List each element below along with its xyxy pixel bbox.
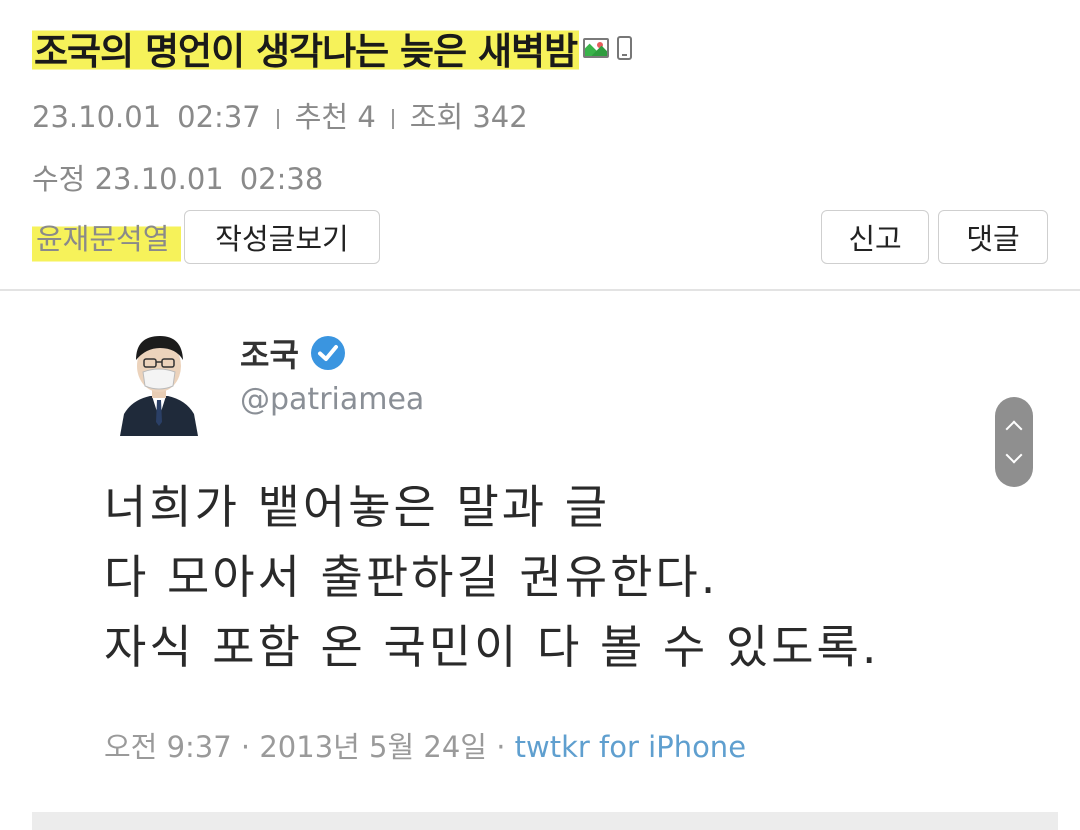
post-header: 조국의 명언이 생각나는 늦은 새벽밤 bbox=[32, 20, 633, 76]
tweet-footer: 오전 9:37 · 2013년 5월 24일 · twtkr for iPhon… bbox=[104, 724, 746, 766]
tweet-handle: @patriamea bbox=[240, 382, 425, 417]
tweet-body: 너희가 뱉어놓은 말과 글 다 모아서 출판하길 권유한다. 자식 포함 온 국… bbox=[104, 472, 879, 682]
avatar bbox=[110, 326, 208, 436]
views-label: 조회 bbox=[409, 100, 464, 134]
post-meta: 23.10.01 02:37 추천 4 조회 342 bbox=[32, 94, 528, 136]
tweet-source: twtkr for iPhone bbox=[514, 730, 747, 764]
divider bbox=[391, 109, 394, 129]
edited-meta: 수정 23.10.01 02:38 bbox=[32, 156, 323, 198]
page-scroll-control[interactable] bbox=[995, 397, 1033, 487]
tweet-image: 조국 @patriamea 너희가 뱉어놓은 말과 글 다 모아서 출판하길 권… bbox=[62, 300, 1042, 790]
author-row: 윤재문석열 작성글보기 신고 댓글 bbox=[32, 210, 1048, 268]
header-divider bbox=[0, 289, 1080, 291]
image-icon bbox=[583, 38, 610, 58]
edited-time: 02:38 bbox=[239, 162, 324, 196]
content-bottom-edge bbox=[32, 812, 1058, 830]
verified-badge-icon bbox=[310, 336, 345, 370]
tweet-author: 조국 bbox=[240, 330, 347, 376]
edited-date: 23.10.01 bbox=[94, 162, 224, 196]
report-button[interactable]: 신고 bbox=[821, 210, 929, 264]
views-count: 342 bbox=[472, 100, 528, 134]
comment-button[interactable]: 댓글 bbox=[938, 210, 1048, 264]
tweet-line: 자식 포함 온 국민이 다 볼 수 있도록. bbox=[104, 620, 880, 674]
recommend-label: 추천 bbox=[294, 100, 349, 134]
post-date: 23.10.01 bbox=[32, 100, 162, 134]
view-posts-button[interactable]: 작성글보기 bbox=[184, 210, 380, 264]
chevron-up-icon[interactable] bbox=[1005, 420, 1023, 438]
author-name[interactable]: 윤재문석열 bbox=[32, 214, 182, 264]
tweet-line: 너희가 뱉어놓은 말과 글 bbox=[104, 480, 611, 534]
post-time: 02:37 bbox=[177, 100, 261, 134]
edited-label: 수정 bbox=[32, 162, 86, 196]
title-icons bbox=[583, 36, 633, 60]
tweet-line: 다 모아서 출판하길 권유한다. bbox=[104, 550, 719, 604]
tweet-timestamp: 오전 9:37 · 2013년 5월 24일 · bbox=[104, 730, 515, 764]
tweet-author-name: 조국 bbox=[240, 336, 299, 374]
divider bbox=[276, 109, 279, 129]
post-title: 조국의 명언이 생각나는 늦은 새벽밤 bbox=[32, 21, 580, 75]
recommend-count: 4 bbox=[357, 100, 376, 134]
mobile-icon bbox=[617, 36, 633, 60]
chevron-down-icon[interactable] bbox=[1005, 446, 1023, 464]
